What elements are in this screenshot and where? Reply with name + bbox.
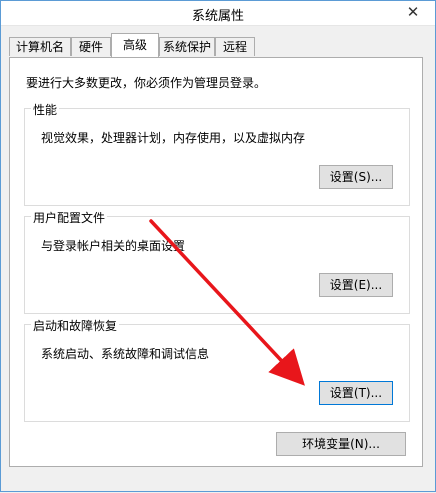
performance-group: 性能 视觉效果，处理器计划，内存使用，以及虚拟内存 设置(S)... xyxy=(24,101,410,206)
title-bar: 系统属性 ✕ xyxy=(1,1,435,26)
admin-note: 要进行大多数更改，你必须作为管理员登录。 xyxy=(26,76,267,90)
performance-description: 视觉效果，处理器计划，内存使用，以及虚拟内存 xyxy=(41,131,306,145)
tab-remote[interactable]: 远程 xyxy=(215,37,255,56)
tab-computer-name[interactable]: 计算机名 xyxy=(9,37,71,56)
startup-recovery-description: 系统启动、系统故障和调试信息 xyxy=(41,347,210,361)
user-profiles-settings-button[interactable]: 设置(E)... xyxy=(319,273,393,297)
user-profiles-description: 与登录帐户相关的桌面设置 xyxy=(41,239,186,253)
system-properties-window: 系统属性 ✕ 计算机名 硬件 高级 系统保护 远程 要进行大多数更改，你必须作为… xyxy=(0,0,436,492)
tab-system-protection[interactable]: 系统保护 xyxy=(159,37,215,56)
tab-advanced[interactable]: 高级 xyxy=(111,33,159,57)
startup-recovery-settings-button[interactable]: 设置(T)... xyxy=(319,381,393,405)
window-title: 系统属性 xyxy=(191,9,244,24)
tab-hardware[interactable]: 硬件 xyxy=(71,37,111,56)
environment-variables-button[interactable]: 环境变量(N)... xyxy=(276,432,406,456)
user-profiles-group: 用户配置文件 与登录帐户相关的桌面设置 设置(E)... xyxy=(24,209,410,314)
performance-group-title: 性能 xyxy=(31,101,60,118)
tab-strip: 计算机名 硬件 高级 系统保护 远程 xyxy=(9,33,429,57)
startup-recovery-group: 启动和故障恢复 系统启动、系统故障和调试信息 设置(T)... xyxy=(24,317,410,422)
advanced-tab-panel: 要进行大多数更改，你必须作为管理员登录。 性能 视觉效果，处理器计划，内存使用，… xyxy=(9,57,423,467)
startup-recovery-group-title: 启动和故障恢复 xyxy=(31,317,120,334)
performance-settings-button[interactable]: 设置(S)... xyxy=(319,165,393,189)
close-button[interactable]: ✕ xyxy=(397,1,429,23)
close-icon: ✕ xyxy=(406,3,420,21)
user-profiles-group-title: 用户配置文件 xyxy=(31,209,108,226)
